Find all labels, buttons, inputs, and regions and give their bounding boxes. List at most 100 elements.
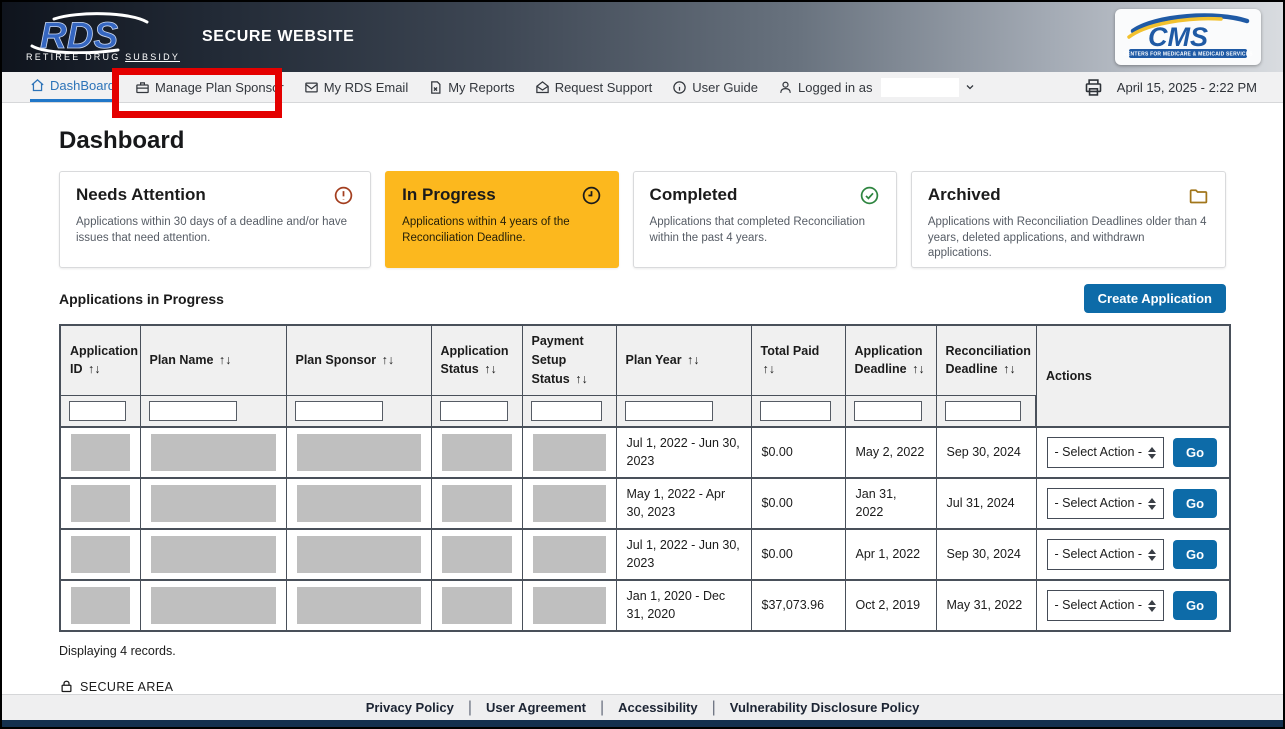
select-action-dropdown[interactable]: - Select Action - [1047,590,1165,621]
column-header-reconciliation-deadline[interactable]: Reconciliation Deadline ↑↓ [936,325,1036,395]
site-label: SECURE WEBSITE [202,28,354,46]
nav-item-label: Manage Plan Sponsor [155,80,284,95]
filter-input-payment-setup-status[interactable] [531,401,602,421]
sort-icon: ↑↓ [88,362,101,376]
filter-input-total-paid[interactable] [760,401,831,421]
card-title: Archived [928,185,1001,205]
sort-icon: ↑↓ [687,353,700,367]
redacted-application-id [71,485,130,522]
select-action-dropdown[interactable]: - Select Action - [1047,539,1165,570]
svg-text:RDS: RDS [40,15,118,54]
card-description: Applications within 4 years of the Recon… [402,215,601,246]
card-title: Needs Attention [76,185,206,205]
rds-logo-icon: RDS [26,12,156,54]
card-in-progress[interactable]: In Progress Applications within 4 years … [385,171,618,268]
sort-icon: ↑↓ [763,362,776,376]
plan-year-cell: Jul 1, 2022 - Jun 30, 2023 [616,427,751,478]
nav-item-request-support[interactable]: Request Support [535,72,653,102]
column-header-plan-year[interactable]: Plan Year ↑↓ [616,325,751,395]
section-heading: Applications in Progress [59,291,224,307]
footer-separator: | [600,699,604,717]
select-action-dropdown[interactable]: - Select Action - [1047,488,1165,519]
sort-icon: ↑↓ [219,353,232,367]
card-description: Applications within 30 days of a deadlin… [76,215,354,246]
redacted-payment-setup-status [533,434,606,471]
nav-item-my-rds-email[interactable]: My RDS Email [304,72,409,102]
table-header-row: Application ID ↑↓ Plan Name ↑↓ Plan Spon… [60,325,1230,395]
redacted-plan-sponsor [297,485,421,522]
table-row: Jul 1, 2022 - Jun 30, 2023 $0.00 May 2, … [60,427,1230,478]
footer-link-accessibility[interactable]: Accessibility [618,700,698,715]
footer-separator: | [712,699,716,717]
filter-input-application-id[interactable] [69,401,126,421]
nav-item-label: DashBoard [50,78,115,93]
redacted-payment-setup-status [533,587,606,624]
redacted-application-id [71,536,130,573]
page-title: Dashboard [59,127,1226,155]
redacted-plan-name [151,434,276,471]
redacted-application-status [442,536,512,573]
nav-item-my-reports[interactable]: My Reports [428,72,514,102]
select-spinner-icon [1148,549,1156,561]
chevron-down-icon [964,81,976,93]
redacted-application-id [71,587,130,624]
column-header-application-status[interactable]: Application Status ↑↓ [431,325,522,395]
cms-logo: CMS CENTERS FOR MEDICARE & MEDICAID SERV… [1115,9,1261,65]
svg-text:CMS: CMS [1148,22,1208,52]
plan-year-cell: Jul 1, 2022 - Jun 30, 2023 [616,529,751,580]
filter-input-plan-year[interactable] [625,401,713,421]
column-header-payment-setup-status[interactable]: Payment Setup Status ↑↓ [522,325,616,395]
card-completed[interactable]: Completed Applications that completed Re… [633,171,897,268]
footer-link-vulnerability-disclosure-policy[interactable]: Vulnerability Disclosure Policy [730,700,920,715]
sort-icon: ↑↓ [575,372,588,386]
select-action-dropdown[interactable]: - Select Action - [1047,437,1165,468]
footer: Privacy Policy | User Agreement | Access… [2,694,1283,720]
filter-input-application-status[interactable] [440,401,508,421]
create-application-button[interactable]: Create Application [1084,284,1226,313]
column-header-application-id[interactable]: Application ID ↑↓ [60,325,140,395]
printer-icon[interactable] [1083,77,1104,98]
nav-item-dashboard[interactable]: DashBoard [30,72,115,102]
nav-item-label: My RDS Email [324,80,409,95]
top-banner: RDS Retiree Drug Subsidy SECURE WEBSITE … [2,2,1283,72]
nav-item-user-guide[interactable]: User Guide [672,72,758,102]
filter-input-application-deadline[interactable] [854,401,922,421]
nav-item-manage-plan-sponsor[interactable]: Manage Plan Sponsor [135,72,284,102]
main-navbar: DashBoard Manage Plan Sponsor My RDS Ema… [2,72,1283,103]
logged-in-user-select[interactable] [881,78,959,97]
footer-bottom-bar [2,720,1283,727]
redacted-plan-sponsor [297,536,421,573]
go-button[interactable]: Go [1173,438,1217,467]
column-header-application-deadline[interactable]: Application Deadline ↑↓ [845,325,936,395]
go-button[interactable]: Go [1173,489,1217,518]
go-button[interactable]: Go [1173,591,1217,620]
filter-input-reconciliation-deadline[interactable] [945,401,1022,421]
redacted-plan-name [151,485,276,522]
total-paid-cell: $0.00 [751,427,845,478]
total-paid-cell: $0.00 [751,529,845,580]
sort-icon: ↑↓ [912,362,925,376]
reconciliation-deadline-cell: Sep 30, 2024 [936,427,1036,478]
column-header-total-paid[interactable]: Total Paid ↑↓ [751,325,845,395]
select-spinner-icon [1148,447,1156,459]
reconciliation-deadline-cell: May 31, 2022 [936,580,1036,631]
footer-link-user-agreement[interactable]: User Agreement [486,700,586,715]
card-title: In Progress [402,185,496,205]
nav-item-logged-in-as[interactable]: Logged in as [778,72,976,102]
applications-table: Application ID ↑↓ Plan Name ↑↓ Plan Spon… [59,324,1231,632]
go-button[interactable]: Go [1173,540,1217,569]
footer-link-privacy-policy[interactable]: Privacy Policy [366,700,454,715]
redacted-payment-setup-status [533,536,606,573]
column-header-plan-name[interactable]: Plan Name ↑↓ [140,325,286,395]
card-archived[interactable]: Archived Applications with Reconciliatio… [911,171,1226,268]
card-needs-attention[interactable]: Needs Attention Applications within 30 d… [59,171,371,268]
filter-input-plan-sponsor[interactable] [295,401,383,421]
column-header-actions: Actions [1036,325,1230,427]
filter-input-plan-name[interactable] [149,401,237,421]
table-row: Jan 1, 2020 - Dec 31, 2020 $37,073.96 Oc… [60,580,1230,631]
application-deadline-cell: May 2, 2022 [845,427,936,478]
column-header-plan-sponsor[interactable]: Plan Sponsor ↑↓ [286,325,431,395]
application-deadline-cell: Oct 2, 2019 [845,580,936,631]
svg-text:CENTERS FOR MEDICARE & MEDICAI: CENTERS FOR MEDICARE & MEDICAID SERVICES [1123,52,1253,58]
rds-tagline: Retiree Drug Subsidy [26,52,180,62]
